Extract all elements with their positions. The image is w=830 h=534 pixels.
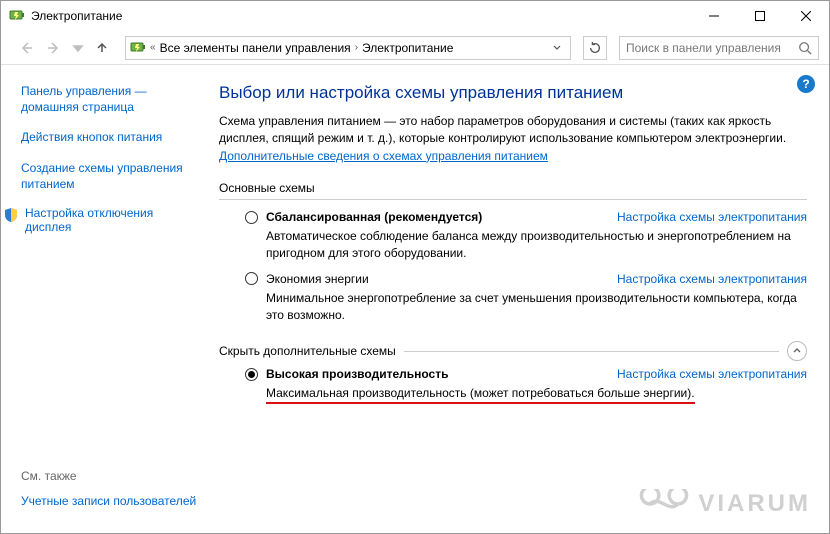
help-button[interactable]: ? [797, 75, 815, 93]
intro-more-link[interactable]: Дополнительные сведения о схемах управле… [219, 149, 548, 163]
breadcrumb-item[interactable]: Все элементы панели управления [160, 41, 351, 55]
chevron-left-icon[interactable]: « [150, 42, 156, 53]
maximize-button[interactable] [737, 1, 783, 31]
forward-button[interactable] [43, 37, 65, 59]
plan-name: Сбалансированная (рекомендуется) [266, 210, 482, 224]
plan-settings-link[interactable]: Настройка схемы электропитания [617, 272, 807, 286]
radio-saver[interactable] [245, 272, 258, 285]
radio-balanced[interactable] [245, 211, 258, 224]
page-title: Выбор или настройка схемы управления пит… [219, 83, 807, 103]
plan-description: Минимальное энергопотребление за счет ум… [266, 290, 807, 324]
back-button[interactable] [15, 37, 37, 59]
shield-icon [3, 207, 19, 223]
sidebar-home-link[interactable]: Панель управления — домашняя страница [21, 84, 147, 114]
watermark: VIARUM [638, 489, 811, 519]
power-options-icon [9, 8, 25, 24]
section-title-additional[interactable]: Скрыть дополнительные схемы [219, 344, 396, 358]
power-plan-saver: Экономия энергии Настройка схемы электро… [245, 272, 807, 324]
plan-settings-link[interactable]: Настройка схемы электропитания [617, 210, 807, 224]
minimize-button[interactable] [691, 1, 737, 31]
search-input[interactable]: Поиск в панели управления [619, 36, 819, 60]
plan-description: Автоматическое соблюдение баланса между … [266, 228, 807, 262]
intro-body: Схема управления питанием — это набор па… [219, 114, 786, 145]
close-button[interactable] [783, 1, 829, 31]
address-bar[interactable]: « Все элементы панели управления › Элект… [125, 36, 571, 60]
watermark-text: VIARUM [698, 490, 811, 518]
sidebar-link-button-actions[interactable]: Действия кнопок питания [21, 130, 162, 144]
search-placeholder: Поиск в панели управления [626, 41, 792, 55]
power-plan-balanced: Сбалансированная (рекомендуется) Настрой… [245, 210, 807, 262]
recent-dropdown[interactable] [71, 37, 85, 59]
content: Панель управления — домашняя страница Де… [1, 65, 829, 533]
collapse-button[interactable] [787, 341, 807, 361]
power-plan-high-performance: Высокая производительность Настройка схе… [245, 367, 807, 402]
radio-high-performance[interactable] [245, 368, 258, 381]
navbar: « Все элементы панели управления › Элект… [1, 31, 829, 65]
power-options-icon [130, 40, 146, 56]
intro-text: Схема управления питанием — это набор па… [219, 113, 807, 165]
titlebar: Электропитание [1, 1, 829, 31]
search-icon [798, 41, 812, 55]
breadcrumb-item[interactable]: Электропитание [362, 41, 453, 55]
sidebar-link-create-plan[interactable]: Создание схемы управления питанием [21, 161, 183, 191]
main: ? Выбор или настройка схемы управления п… [209, 65, 829, 533]
sidebar-link-display-off[interactable]: Настройка отключения дисплея [25, 206, 199, 234]
plan-name: Высокая производительность [266, 367, 448, 381]
see-also-label: См. также [21, 469, 199, 483]
up-button[interactable] [91, 37, 113, 59]
address-dropdown[interactable] [548, 41, 566, 55]
plan-settings-link[interactable]: Настройка схемы электропитания [617, 367, 807, 381]
refresh-button[interactable] [583, 36, 607, 60]
chevron-right-icon: › [355, 42, 358, 53]
plan-name: Экономия энергии [266, 272, 369, 286]
section-title-basic: Основные схемы [219, 181, 807, 195]
window-controls [691, 1, 829, 31]
sidebar: Панель управления — домашняя страница Де… [1, 65, 209, 533]
sidebar-link-user-accounts[interactable]: Учетные записи пользователей [21, 494, 196, 508]
window-title: Электропитание [31, 9, 691, 23]
plan-description: Максимальная производительность (может п… [266, 385, 807, 402]
